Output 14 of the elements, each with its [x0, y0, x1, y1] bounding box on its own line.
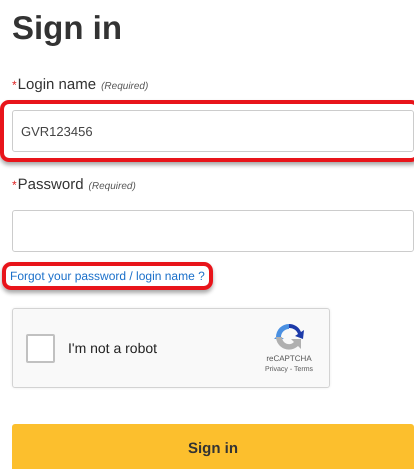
captcha-checkbox[interactable] — [26, 334, 55, 362]
required-hint: (Required) — [88, 180, 136, 194]
field-label: Login name — [18, 76, 96, 94]
sign-in-button[interactable]: Sign in — [12, 424, 414, 469]
forgot-password-link[interactable]: Forgot your password / login name ? — [2, 262, 213, 290]
required-hint: (Required) — [101, 80, 148, 94]
field-label: Password — [18, 176, 84, 194]
required-asterisk: * — [12, 177, 17, 194]
captcha-label: I'm not a robot — [68, 338, 158, 358]
recaptcha-brand: reCAPTCHA — [266, 352, 312, 365]
password-field[interactable] — [12, 210, 414, 252]
login-name-field[interactable]: GVR123456 — [12, 110, 414, 152]
page-title: Sign in — [12, 8, 123, 48]
required-asterisk: * — [12, 77, 17, 94]
